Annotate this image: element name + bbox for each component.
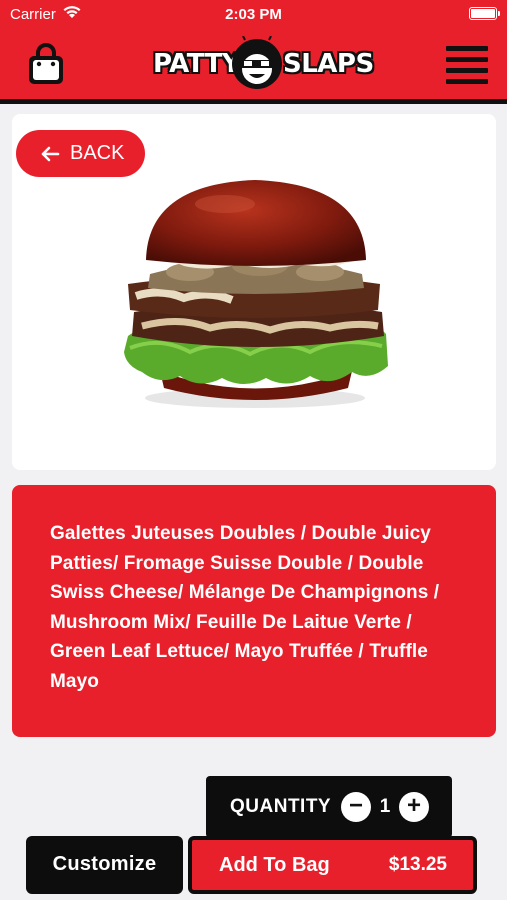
quantity-label: QUANTITY <box>230 796 332 817</box>
customize-button[interactable]: Customize <box>26 836 183 894</box>
quantity-decrease-button[interactable]: − <box>341 792 371 822</box>
quantity-increase-button[interactable]: + <box>399 792 429 822</box>
back-button-label: BACK <box>70 142 125 164</box>
logo-word-right: SLAPS <box>283 49 374 79</box>
add-to-bag-button[interactable]: Add To Bag $13.25 <box>188 836 477 894</box>
battery-icon <box>469 7 500 20</box>
add-to-bag-label: Add To Bag <box>219 854 330 876</box>
arrow-left-icon <box>41 146 60 161</box>
back-button[interactable]: BACK <box>16 130 145 177</box>
brand-logo[interactable]: PATTY SLAPS <box>153 32 375 96</box>
app-header: PATTY SLAPS <box>0 28 507 104</box>
shopping-bag-icon[interactable] <box>26 42 66 86</box>
quantity-value: 1 <box>379 796 391 817</box>
logo-mascot-icon <box>232 36 282 89</box>
status-time: 2:03 PM <box>225 6 282 23</box>
logo-word-left: PATTY <box>153 49 241 79</box>
product-description-card: Galettes Juteuses Doubles / Double Juicy… <box>12 485 496 737</box>
hamburger-menu-icon[interactable] <box>446 46 488 84</box>
add-to-bag-price: $13.25 <box>388 854 447 875</box>
quantity-stepper: QUANTITY − 1 + <box>206 776 452 838</box>
burger-image <box>124 180 388 408</box>
status-bar: Carrier 2:03 PM <box>0 0 507 28</box>
product-description: Galettes Juteuses Doubles / Double Juicy… <box>50 523 440 692</box>
